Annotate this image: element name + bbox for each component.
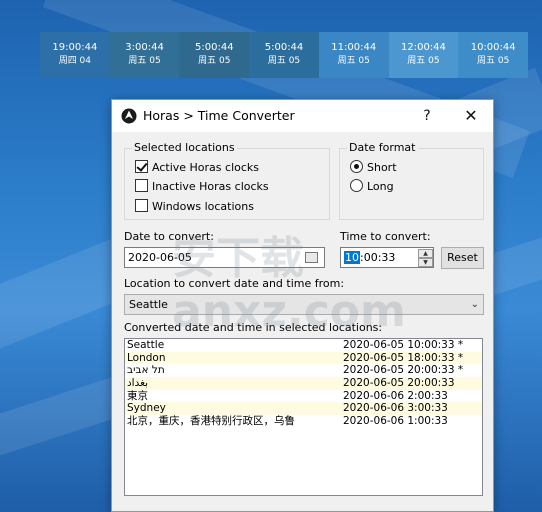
clock-date: 周五 05 bbox=[337, 56, 370, 66]
list-item[interactable]: London 2020-06-05 18:00:33 * bbox=[125, 351, 482, 365]
time-converter-window: Horas > Time Converter ? ✕ Selected loca… bbox=[111, 99, 494, 512]
location-datetime: 2020-06-05 10:00:33 * bbox=[343, 339, 464, 351]
location-name: Sydney bbox=[127, 402, 166, 415]
location-name: תל אביב bbox=[127, 364, 165, 377]
location-datetime: 2020-06-05 20:00:33 bbox=[343, 377, 455, 390]
horas-app-icon bbox=[121, 108, 137, 124]
selected-locations-legend: Selected locations bbox=[132, 141, 237, 154]
location-from-value: Seattle bbox=[129, 298, 168, 311]
clock-tile[interactable]: 3:00:44 周五 05 bbox=[109, 32, 180, 78]
clock-time: 5:00:44 bbox=[195, 42, 234, 53]
checkbox-active-horas-clocks[interactable]: Active Horas clocks bbox=[135, 160, 259, 174]
clock-time: 11:00:44 bbox=[331, 42, 377, 53]
list-item[interactable]: תל אביב 2020-06-05 20:00:33 * bbox=[125, 364, 482, 377]
list-item[interactable]: 東京 2020-06-06 2:00:33 bbox=[125, 390, 482, 403]
time-to-convert-label: Time to convert: bbox=[340, 230, 431, 243]
close-button[interactable]: ✕ bbox=[453, 103, 489, 129]
date-format-legend: Date format bbox=[347, 141, 418, 154]
checkbox-label: Active Horas clocks bbox=[152, 161, 259, 174]
checkbox-inactive-horas-clocks[interactable]: Inactive Horas clocks bbox=[135, 179, 269, 193]
time-spin-down-icon[interactable]: ▼ bbox=[418, 258, 433, 267]
converted-label: Converted date and time in selected loca… bbox=[124, 321, 383, 334]
radio-circle[interactable] bbox=[350, 179, 363, 192]
radio-label: Short bbox=[367, 161, 397, 174]
title-bar[interactable]: Horas > Time Converter ? ✕ bbox=[112, 100, 493, 132]
clock-time: 10:00:44 bbox=[470, 42, 516, 53]
checkbox-box[interactable] bbox=[135, 179, 148, 192]
clock-time: 5:00:44 bbox=[264, 42, 304, 53]
list-item[interactable]: بغداد 2020-06-05 20:00:33 bbox=[125, 377, 482, 390]
clock-date: 周五 05 bbox=[407, 56, 440, 66]
checkbox-label: Windows locations bbox=[152, 200, 254, 213]
clock-tile[interactable]: 19:00:44 周四 04 bbox=[40, 32, 110, 78]
radio-circle[interactable] bbox=[350, 160, 363, 173]
location-datetime: 2020-06-06 2:00:33 bbox=[343, 389, 448, 402]
time-rest: :00:33 bbox=[360, 251, 396, 264]
clock-tile[interactable]: 11:00:44 周五 05 bbox=[318, 32, 389, 78]
radio-short[interactable]: Short bbox=[350, 160, 397, 174]
location-datetime: 2020-06-05 20:00:33 * bbox=[343, 364, 464, 377]
date-input[interactable]: 2020-06-05 bbox=[124, 247, 325, 268]
location-datetime: 2020-06-06 1:00:33 bbox=[343, 415, 448, 428]
location-datetime: 2020-06-05 18:00:33 * bbox=[343, 351, 464, 364]
clock-tile[interactable]: 5:00:44 周五 05 bbox=[249, 32, 319, 78]
clock-tile[interactable]: 12:00:44 周五 05 bbox=[388, 32, 459, 78]
selected-locations-group: Selected locations Active Horas clocks I… bbox=[124, 141, 330, 220]
location-from-dropdown[interactable]: Seattle ⌄ bbox=[124, 294, 484, 315]
date-format-group: Date format Short Long bbox=[339, 141, 484, 220]
list-item[interactable]: Sydney 2020-06-06 3:00:33 bbox=[125, 402, 482, 416]
chevron-down-icon: ⌄ bbox=[470, 299, 479, 310]
location-name: London bbox=[127, 351, 166, 364]
list-item[interactable]: Seattle 2020-06-05 10:00:33 * bbox=[125, 339, 482, 352]
radio-label: Long bbox=[367, 180, 394, 193]
date-input-value: 2020-06-05 bbox=[128, 251, 192, 264]
clock-date: 周五 05 bbox=[198, 56, 231, 66]
location-name: 東京 bbox=[127, 389, 148, 402]
clock-date: 周五 05 bbox=[128, 56, 161, 66]
clock-date: 周五 05 bbox=[267, 56, 301, 66]
checkbox-box[interactable] bbox=[135, 160, 148, 173]
clock-tile[interactable]: 10:00:44 周五 05 bbox=[458, 32, 529, 78]
checkbox-box[interactable] bbox=[135, 199, 148, 212]
clock-time: 12:00:44 bbox=[400, 42, 446, 53]
location-datetime: 2020-06-06 3:00:33 bbox=[343, 402, 448, 415]
location-from-label: Location to convert date and time from: bbox=[124, 277, 345, 290]
clock-date: 周五 05 bbox=[477, 56, 510, 66]
location-name: 北京，重庆，香港特别行政区，乌鲁 bbox=[127, 415, 295, 428]
list-item[interactable]: 北京，重庆，香港特别行政区，乌鲁 2020-06-06 1:00:33 bbox=[125, 415, 482, 428]
time-hour-selected: 10 bbox=[344, 251, 360, 264]
location-name: Seattle bbox=[127, 339, 165, 351]
checkbox-windows-locations[interactable]: Windows locations bbox=[135, 199, 254, 213]
clock-tile[interactable]: 5:00:44 周五 05 bbox=[179, 32, 250, 78]
reset-button[interactable]: Reset bbox=[441, 247, 484, 269]
window-title: Horas > Time Converter bbox=[143, 108, 295, 123]
radio-long[interactable]: Long bbox=[350, 179, 394, 193]
clock-time: 19:00:44 bbox=[52, 42, 98, 53]
clock-date: 周四 04 bbox=[58, 56, 92, 66]
checkbox-label: Inactive Horas clocks bbox=[152, 180, 269, 193]
clock-time: 3:00:44 bbox=[125, 42, 164, 53]
horas-clock-strip: 19:00:44 周四 04 3:00:44 周五 05 5:00:44 周五 05 … bbox=[40, 32, 529, 78]
calendar-dropdown-icon[interactable] bbox=[305, 252, 318, 263]
help-button[interactable]: ? bbox=[409, 103, 445, 129]
location-name: بغداد bbox=[127, 377, 149, 390]
date-to-convert-label: Date to convert: bbox=[124, 230, 214, 243]
time-spin-up-icon[interactable]: ▲ bbox=[418, 249, 433, 258]
converted-list[interactable]: Seattle 2020-06-05 10:00:33 * London 2020-… bbox=[124, 338, 483, 496]
